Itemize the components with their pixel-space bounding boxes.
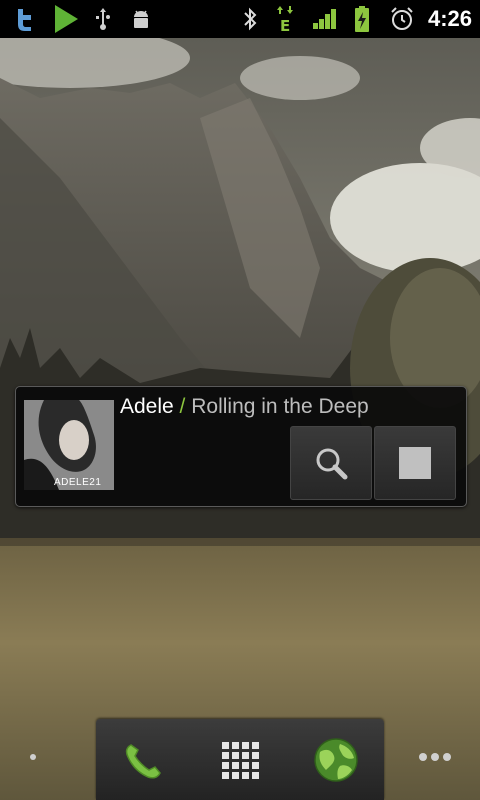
status-bar: E 4:26 xyxy=(0,0,480,38)
stop-icon xyxy=(399,447,431,479)
track-info[interactable]: Adele / Rolling in the Deep xyxy=(120,395,369,419)
alarm-icon xyxy=(388,0,416,38)
stop-button[interactable] xyxy=(374,426,456,500)
twitter-icon xyxy=(10,0,40,38)
search-icon xyxy=(316,448,348,480)
edge-data-icon: E xyxy=(272,0,300,38)
usb-icon xyxy=(92,0,114,38)
svg-text:E: E xyxy=(280,17,290,34)
album-art[interactable]: ADELE21 xyxy=(24,400,114,490)
bluetooth-icon xyxy=(238,0,262,38)
right-page-indicator[interactable] xyxy=(418,747,454,767)
track-separator: / xyxy=(173,395,192,418)
dock xyxy=(96,719,384,800)
browser-button[interactable] xyxy=(296,719,376,800)
phone-button[interactable] xyxy=(104,719,184,800)
song-title: Rolling in the Deep xyxy=(191,395,369,418)
android-debug-icon xyxy=(128,0,154,38)
battery-charging-icon xyxy=(350,0,374,38)
left-page-indicator[interactable] xyxy=(28,747,38,767)
artist-name: Adele xyxy=(120,395,174,418)
status-time: 4:26 xyxy=(427,6,472,31)
album-label: ADELE21 xyxy=(54,477,102,488)
signal-icon xyxy=(310,0,340,38)
music-widget[interactable]: ADELE21 Adele / Rolling in the Deep xyxy=(15,386,467,507)
app-drawer-icon xyxy=(222,741,259,779)
search-button[interactable] xyxy=(290,426,372,500)
app-drawer-button[interactable] xyxy=(200,719,280,800)
browser-icon xyxy=(314,737,358,782)
phone-icon xyxy=(125,743,161,779)
play-store-icon xyxy=(50,0,82,38)
